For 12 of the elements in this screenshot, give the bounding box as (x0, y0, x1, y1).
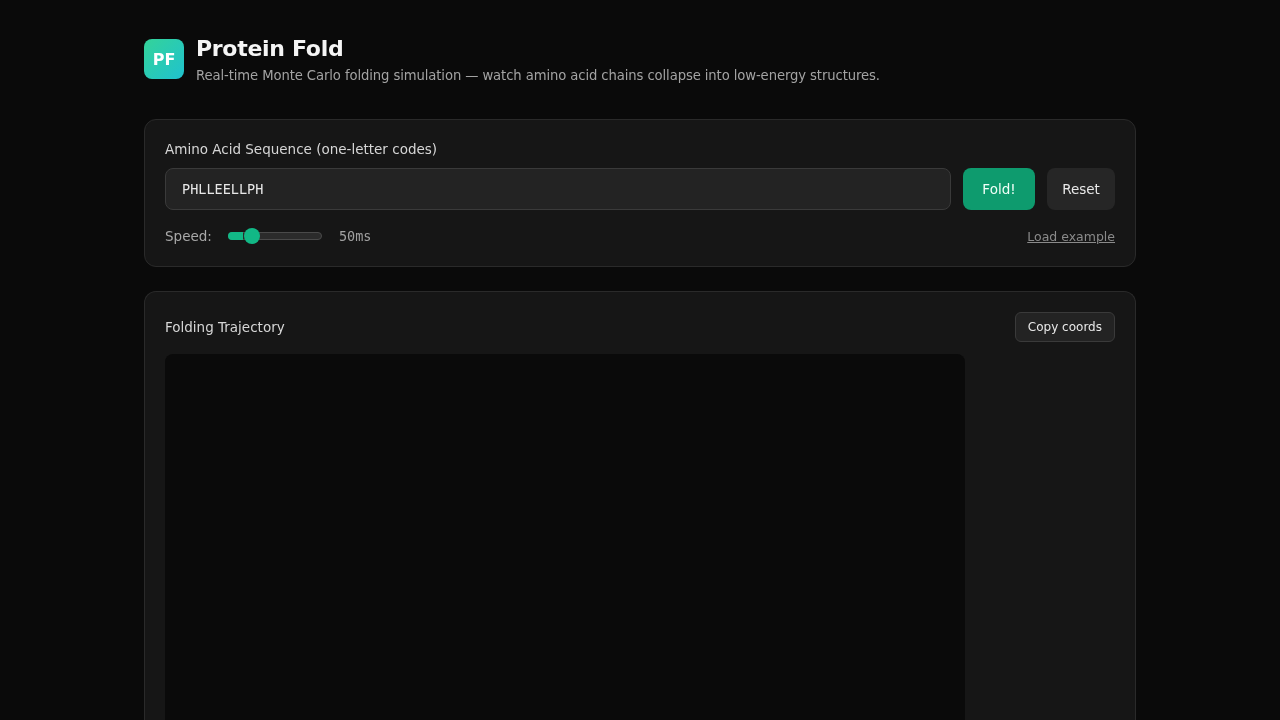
app-title: Protein Fold (196, 35, 344, 63)
speed-slider-thumb[interactable] (243, 228, 260, 244)
sequence-label: Amino Acid Sequence (one-letter codes) (165, 140, 438, 159)
trajectory-title: Folding Trajectory (165, 319, 285, 335)
app-subtitle: Real-time Monte Carlo folding simulation — watch amino acid chains collapse into low-energy structures. (196, 67, 880, 85)
speed-label: Speed: (165, 228, 212, 244)
sequence-input[interactable]: PHLLEELLPH (165, 168, 951, 210)
reset-button[interactable]: Reset (1047, 168, 1115, 210)
app-logo: PF (144, 39, 184, 79)
speed-reading: 50ms (338, 228, 372, 244)
copy-coords-button[interactable]: Copy coords (1014, 312, 1115, 342)
load-example-link[interactable]: Load example (1027, 228, 1115, 244)
